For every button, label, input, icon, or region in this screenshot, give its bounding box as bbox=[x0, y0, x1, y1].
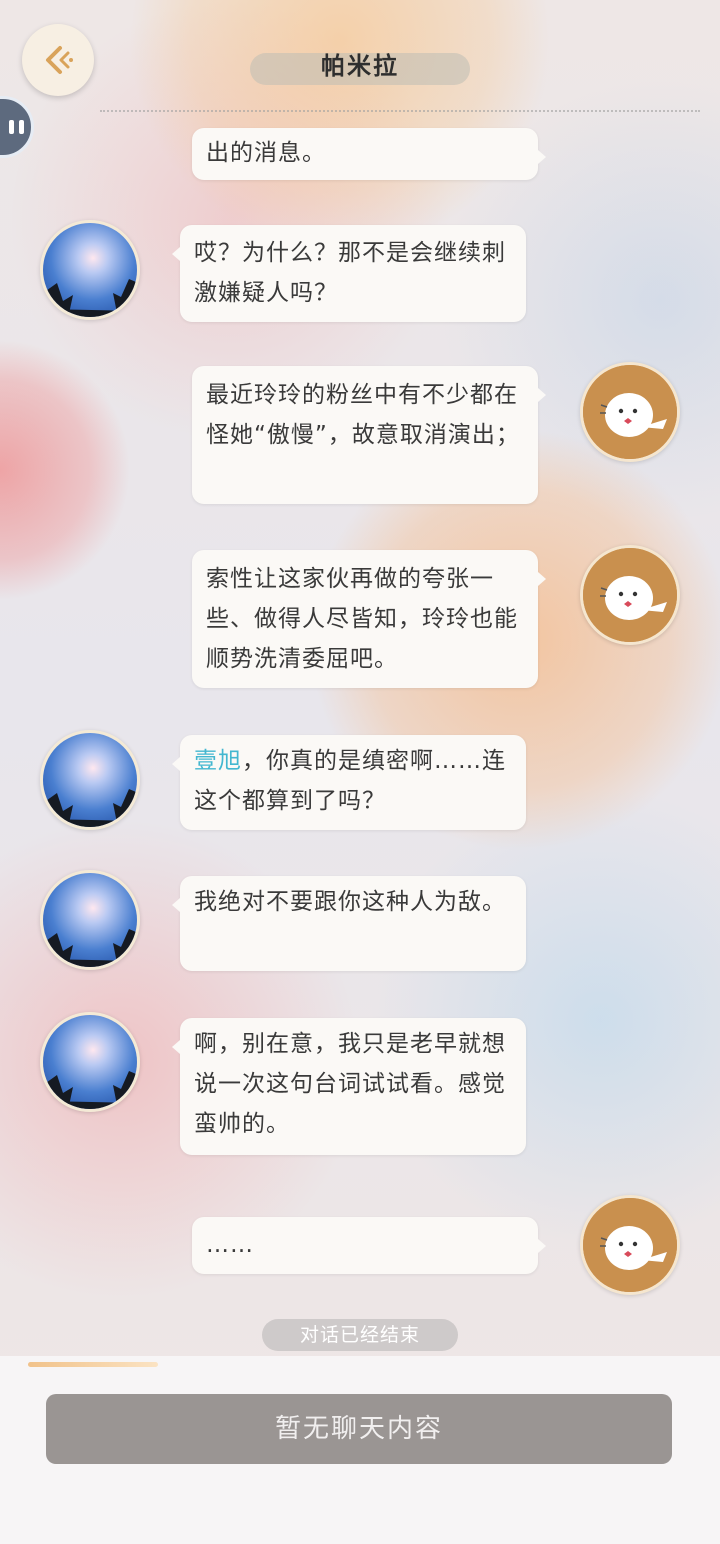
message-bubble: 哎？为什么？那不是会继续刺激嫌疑人吗？ bbox=[172, 225, 526, 322]
message-text: 最近玲玲的粉丝中有不少都在怪她“傲慢”，故意取消演出； bbox=[206, 382, 520, 448]
back-arrow-icon bbox=[46, 46, 73, 74]
footer-decoration bbox=[28, 1362, 158, 1367]
conversation-ended-badge: 对话已经结束 bbox=[262, 1319, 458, 1351]
highlighted-name: 壹旭 bbox=[194, 748, 242, 774]
message-bubble: 我绝对不要跟你这种人为敌。 bbox=[172, 876, 526, 971]
back-button[interactable] bbox=[22, 24, 94, 96]
header: 帕米拉 bbox=[0, 0, 720, 112]
message-bubble: 索性让这家伙再做的夸张一些、做得人尽皆知，玲玲也能顺势洗清委屈吧。 bbox=[192, 550, 546, 688]
npc-avatar[interactable] bbox=[40, 220, 140, 320]
header-divider bbox=[100, 110, 700, 112]
footer: 暂无聊天内容 bbox=[0, 1356, 720, 1544]
message-bubble: 最近玲玲的粉丝中有不少都在怪她“傲慢”，故意取消演出； bbox=[192, 366, 546, 504]
message-text: 出的消息。 bbox=[206, 140, 326, 166]
npc-avatar[interactable] bbox=[40, 730, 140, 830]
player-avatar[interactable] bbox=[580, 545, 680, 645]
message-bubble: 出的消息。 bbox=[192, 128, 546, 180]
npc-avatar[interactable] bbox=[40, 870, 140, 970]
message-text: 啊，别在意，我只是老早就想说一次这句台词试试看。感觉蛮帅的。 bbox=[194, 1031, 506, 1137]
message-text: 索性让这家伙再做的夸张一些、做得人尽皆知，玲玲也能顺势洗清委屈吧。 bbox=[206, 566, 518, 672]
chat-content-button[interactable]: 暂无聊天内容 bbox=[46, 1394, 672, 1464]
page-title: 帕米拉 bbox=[321, 52, 399, 80]
player-avatar[interactable] bbox=[580, 1195, 680, 1295]
message-text: …… bbox=[206, 1232, 254, 1258]
message-bubble: 壹旭，你真的是缜密啊……连这个都算到了吗？ bbox=[172, 735, 526, 830]
message-bubble: 啊，别在意，我只是老早就想说一次这句台词试试看。感觉蛮帅的。 bbox=[172, 1018, 526, 1155]
npc-avatar[interactable] bbox=[40, 1012, 140, 1112]
pause-icon bbox=[8, 120, 24, 134]
message-text: 哎？为什么？那不是会继续刺激嫌疑人吗？ bbox=[194, 240, 506, 306]
message-bubble: …… bbox=[192, 1217, 546, 1274]
message-text: 我绝对不要跟你这种人为敌。 bbox=[194, 889, 506, 915]
player-avatar[interactable] bbox=[580, 362, 680, 462]
